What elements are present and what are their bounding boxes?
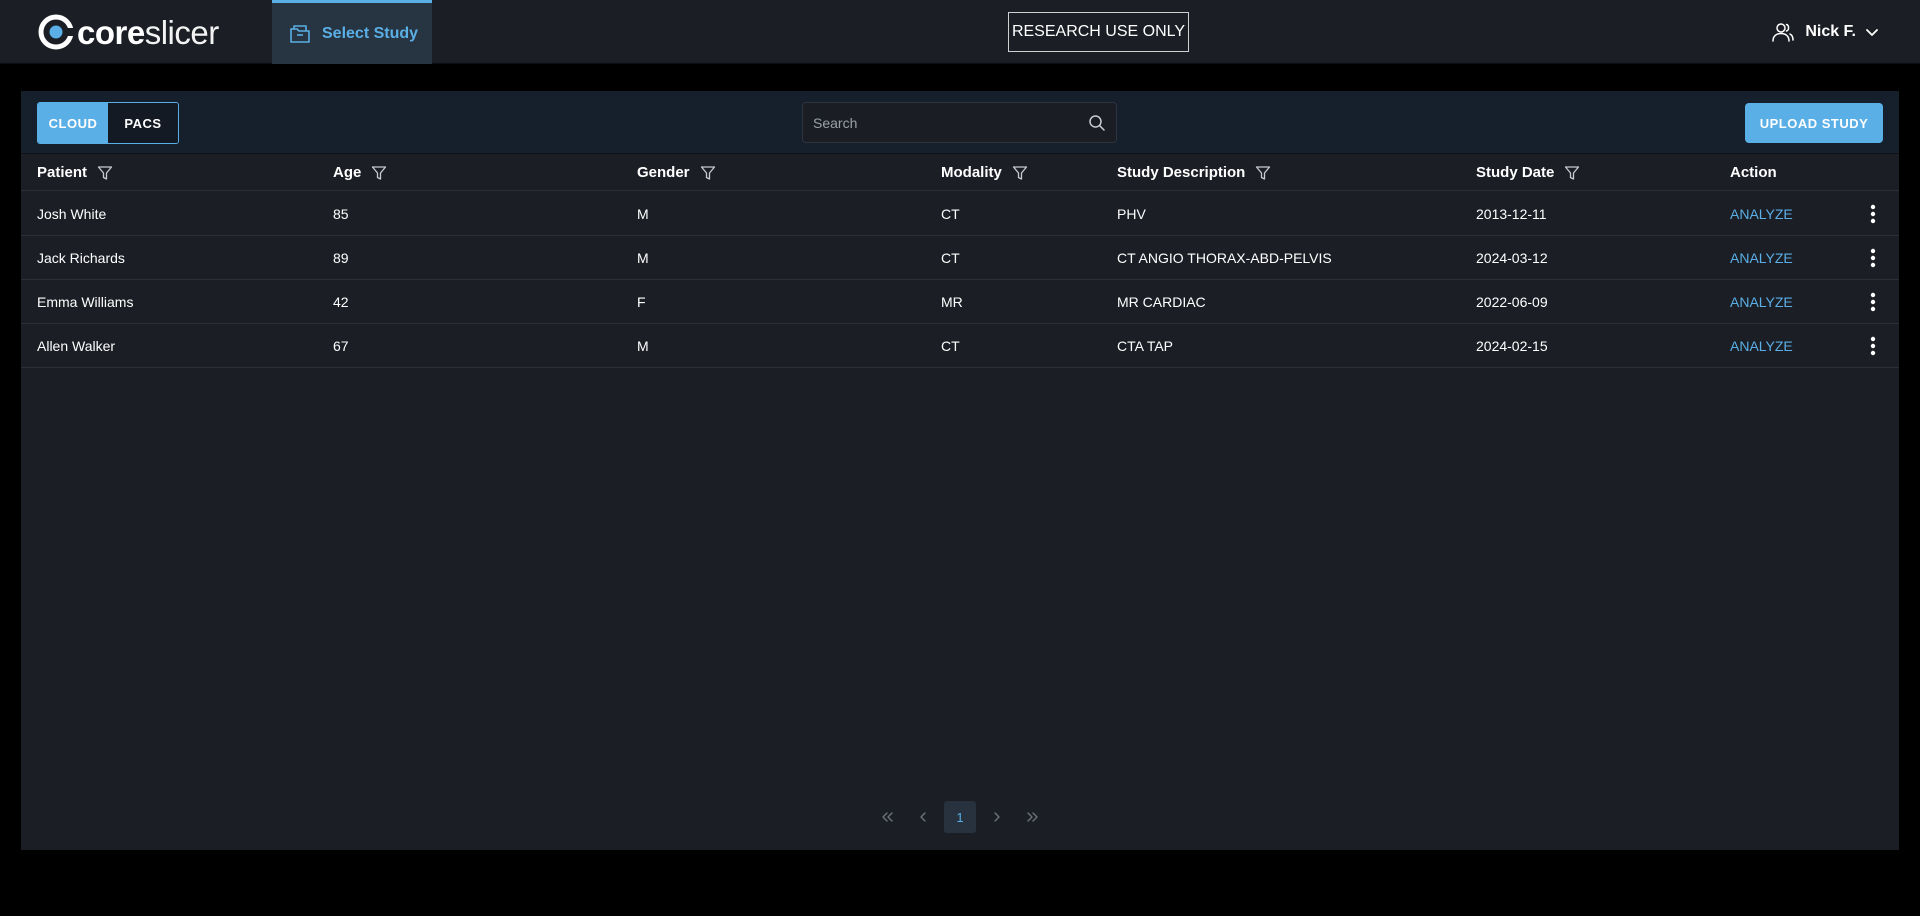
- logo-text-light: slicer: [144, 13, 220, 51]
- coreslicer-logo[interactable]: coreslicer: [38, 12, 219, 52]
- logo-text: coreslicer: [77, 16, 219, 49]
- cell-modality: CT: [941, 338, 960, 354]
- table-row[interactable]: Jack Richards 89 M CT CT ANGIO THORAX-AB…: [21, 236, 1899, 280]
- nav-tab-select-study[interactable]: Select Study: [272, 0, 432, 64]
- table-header: Patient Age Gender Modality Study Descri…: [21, 154, 1899, 191]
- pagination: 1: [21, 801, 1899, 833]
- source-toggle: CLOUD PACS: [37, 102, 179, 144]
- filter-icon[interactable]: [1564, 165, 1580, 181]
- nav-tab-label: Select Study: [322, 24, 419, 42]
- user-name: Nick F.: [1805, 23, 1856, 40]
- cell-patient: Emma Williams: [37, 294, 134, 310]
- cell-date: 2013-12-11: [1476, 206, 1547, 222]
- user-menu[interactable]: Nick F.: [1771, 18, 1880, 46]
- more-options-icon[interactable]: [1861, 246, 1885, 270]
- cell-date: 2024-02-15: [1476, 338, 1548, 354]
- column-label: Modality: [941, 164, 1002, 181]
- column-header-age: Age: [333, 154, 387, 191]
- cell-patient: Allen Walker: [37, 338, 116, 354]
- cell-description: CTA TAP: [1117, 338, 1174, 354]
- study-list-panel: CLOUD PACS UPLOAD STUDY Patient Age Gend…: [21, 91, 1899, 850]
- cell-age: 67: [333, 338, 349, 354]
- cell-age: 85: [333, 206, 349, 222]
- cell-modality: CT: [941, 250, 960, 266]
- cell-gender: M: [637, 338, 649, 354]
- last-page-icon[interactable]: [1017, 801, 1049, 833]
- column-label: Study Description: [1117, 164, 1246, 181]
- cell-gender: M: [637, 250, 649, 266]
- search-input[interactable]: [813, 114, 1088, 131]
- folder-icon: [288, 22, 312, 46]
- filter-icon[interactable]: [700, 165, 716, 181]
- cell-modality: CT: [941, 206, 960, 222]
- column-header-gender: Gender: [637, 154, 716, 191]
- column-label: Patient: [37, 164, 88, 181]
- cell-age: 89: [333, 250, 349, 266]
- research-use-badge: RESEARCH USE ONLY: [1008, 12, 1189, 52]
- cloud-toggle-button[interactable]: CLOUD: [38, 103, 108, 143]
- analyze-link[interactable]: ANALYZE: [1730, 236, 1793, 280]
- cell-gender: F: [637, 294, 646, 310]
- logo-text-bold: core: [77, 13, 145, 51]
- previous-page-icon[interactable]: [907, 801, 939, 833]
- first-page-icon[interactable]: [871, 801, 903, 833]
- more-options-icon[interactable]: [1861, 202, 1885, 226]
- table-row[interactable]: Allen Walker 67 M CT CTA TAP 2024-02-15 …: [21, 324, 1899, 368]
- cell-gender: M: [637, 206, 649, 222]
- analyze-link[interactable]: ANALYZE: [1730, 280, 1793, 324]
- cell-description: CT ANGIO THORAX-ABD-PELVIS: [1117, 250, 1332, 266]
- more-options-icon[interactable]: [1861, 334, 1885, 358]
- column-header-patient: Patient: [37, 154, 113, 191]
- next-page-icon[interactable]: [981, 801, 1013, 833]
- cell-description: MR CARDIAC: [1117, 294, 1206, 310]
- analyze-link[interactable]: ANALYZE: [1730, 192, 1793, 236]
- analyze-link[interactable]: ANALYZE: [1730, 324, 1793, 368]
- logo-mark-icon: [38, 14, 74, 50]
- column-header-study-description: Study Description: [1117, 154, 1271, 191]
- cell-patient: Josh White: [37, 206, 107, 222]
- top-bar: coreslicer Select Study RESEARCH USE ONL…: [0, 0, 1920, 64]
- column-label: Study Date: [1476, 164, 1555, 181]
- search-box: [802, 102, 1117, 143]
- table-row[interactable]: Emma Williams 42 F MR MR CARDIAC 2022-06…: [21, 280, 1899, 324]
- column-label: Age: [333, 164, 362, 181]
- cell-patient: Jack Richards: [37, 250, 125, 266]
- filter-icon[interactable]: [1012, 165, 1028, 181]
- search-icon[interactable]: [1088, 114, 1106, 132]
- study-toolbar: CLOUD PACS UPLOAD STUDY: [21, 91, 1899, 154]
- cell-modality: MR: [941, 294, 963, 310]
- filter-icon[interactable]: [97, 165, 113, 181]
- cell-date: 2022-06-09: [1476, 294, 1548, 310]
- chevron-down-icon: [1864, 24, 1880, 40]
- upload-study-button[interactable]: UPLOAD STUDY: [1745, 103, 1883, 143]
- column-header-modality: Modality: [941, 154, 1028, 191]
- more-options-icon[interactable]: [1861, 290, 1885, 314]
- filter-icon[interactable]: [1255, 165, 1271, 181]
- cell-age: 42: [333, 294, 349, 310]
- filter-icon[interactable]: [371, 165, 387, 181]
- cell-date: 2024-03-12: [1476, 250, 1548, 266]
- pacs-toggle-button[interactable]: PACS: [108, 103, 178, 143]
- column-header-action: Action: [1730, 154, 1777, 191]
- column-label: Gender: [637, 164, 690, 181]
- column-label: Action: [1730, 164, 1777, 181]
- column-header-study-date: Study Date: [1476, 154, 1580, 191]
- page-button-current[interactable]: 1: [944, 801, 976, 833]
- cell-description: PHV: [1117, 206, 1146, 222]
- table-row[interactable]: Josh White 85 M CT PHV 2013-12-11 ANALYZ…: [21, 192, 1899, 236]
- user-icon: [1771, 20, 1795, 44]
